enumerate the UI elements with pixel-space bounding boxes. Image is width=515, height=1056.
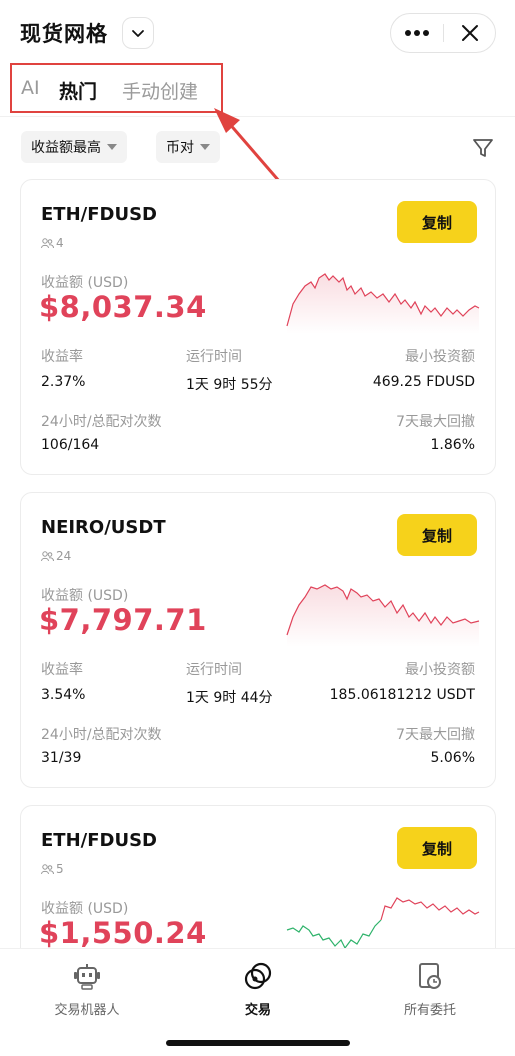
users-icon: [41, 863, 54, 874]
filter-icon[interactable]: [470, 135, 496, 161]
users-icon: [41, 550, 54, 561]
roi-value: 2.37%: [41, 374, 86, 390]
trades-value: 106/164: [41, 437, 100, 453]
tab-manual-create[interactable]: 手动创建: [122, 77, 198, 104]
nav-trade[interactable]: 交易: [188, 959, 328, 1018]
sort-label: 收益额最高: [31, 140, 101, 156]
drawdown-value: 1.86%: [430, 437, 475, 453]
nav-label: 交易机器人: [54, 1003, 120, 1018]
more-button[interactable]: [391, 14, 443, 52]
trades-value: 31/39: [41, 750, 82, 766]
min-invest-label: 最小投资额: [405, 349, 475, 365]
header: 现货网格: [0, 0, 515, 66]
drawdown-value: 5.06%: [430, 750, 475, 766]
pair-name: NEIRO/USDT: [41, 517, 166, 538]
pair-name: ETH/FDUSD: [41, 830, 157, 851]
pnl-label: 收益额 (USD): [41, 901, 129, 917]
roi-label: 收益率: [41, 662, 83, 678]
tab-ai[interactable]: AI: [21, 77, 40, 99]
orders-icon: [419, 963, 441, 989]
caret-down-icon: [200, 144, 210, 150]
close-icon: [462, 25, 478, 41]
chevron-down-icon: [132, 30, 144, 37]
pair-dropdown[interactable]: 币对: [156, 131, 220, 163]
roi-value: 3.54%: [41, 687, 86, 703]
mini-program-capsule: [390, 13, 496, 53]
close-button[interactable]: [444, 14, 496, 52]
title-dropdown-button[interactable]: [122, 17, 154, 49]
more-icon: [405, 30, 429, 36]
trades-label: 24小时/总配对次数: [41, 414, 162, 430]
users-icon: [41, 237, 54, 248]
strategy-card[interactable]: ETH/FDUSD 4 复制 收益额 (USD) $8,037.34 收益率 2…: [20, 179, 496, 475]
runtime-value: 1天 9时 55分: [186, 377, 273, 393]
user-count: 4: [41, 236, 64, 250]
min-invest-value: 185.06181212 USDT: [329, 687, 475, 703]
robot-icon: [74, 964, 100, 990]
min-invest-value: 469.25 FDUSD: [372, 374, 475, 390]
tab-hot[interactable]: 热门: [59, 77, 97, 104]
pnl-value: $1,550.24: [39, 916, 207, 950]
sort-dropdown[interactable]: 收益额最高: [21, 131, 127, 163]
min-invest-label: 最小投资额: [405, 662, 475, 678]
drawdown-label: 7天最大回撤: [396, 727, 475, 743]
pair-name: ETH/FDUSD: [41, 204, 157, 225]
pair-label: 币对: [166, 140, 194, 156]
runtime-label: 运行时间: [186, 662, 242, 678]
pnl-value: $7,797.71: [39, 603, 207, 637]
home-indicator: [166, 1040, 350, 1046]
copy-button[interactable]: 复制: [397, 514, 477, 556]
user-count: 24: [41, 549, 71, 563]
pnl-label: 收益额 (USD): [41, 588, 129, 604]
pnl-sparkline: [286, 584, 480, 647]
roi-label: 收益率: [41, 349, 83, 365]
runtime-value: 1天 9时 44分: [186, 690, 273, 706]
pnl-label: 收益额 (USD): [41, 275, 129, 291]
drawdown-label: 7天最大回撤: [396, 414, 475, 430]
strategy-tabs: AI 热门 手动创建: [10, 63, 223, 113]
tabs-divider: [0, 116, 515, 117]
nav-label: 交易: [244, 1003, 271, 1018]
trades-label: 24小时/总配对次数: [41, 727, 162, 743]
pnl-sparkline: [286, 273, 480, 334]
pnl-value: $8,037.34: [39, 290, 207, 324]
nav-label: 所有委托: [403, 1003, 456, 1018]
caret-down-icon: [107, 144, 117, 150]
page-title: 现货网格: [20, 22, 108, 46]
copy-button[interactable]: 复制: [397, 201, 477, 243]
runtime-label: 运行时间: [186, 349, 242, 365]
nav-all-orders[interactable]: 所有委托: [360, 959, 500, 1018]
user-count: 5: [41, 862, 64, 876]
trade-icon: [244, 962, 272, 990]
nav-trading-bots[interactable]: 交易机器人: [17, 959, 157, 1018]
strategy-card[interactable]: NEIRO/USDT 24 复制 收益额 (USD) $7,797.71 收益率…: [20, 492, 496, 788]
copy-button[interactable]: 复制: [397, 827, 477, 869]
